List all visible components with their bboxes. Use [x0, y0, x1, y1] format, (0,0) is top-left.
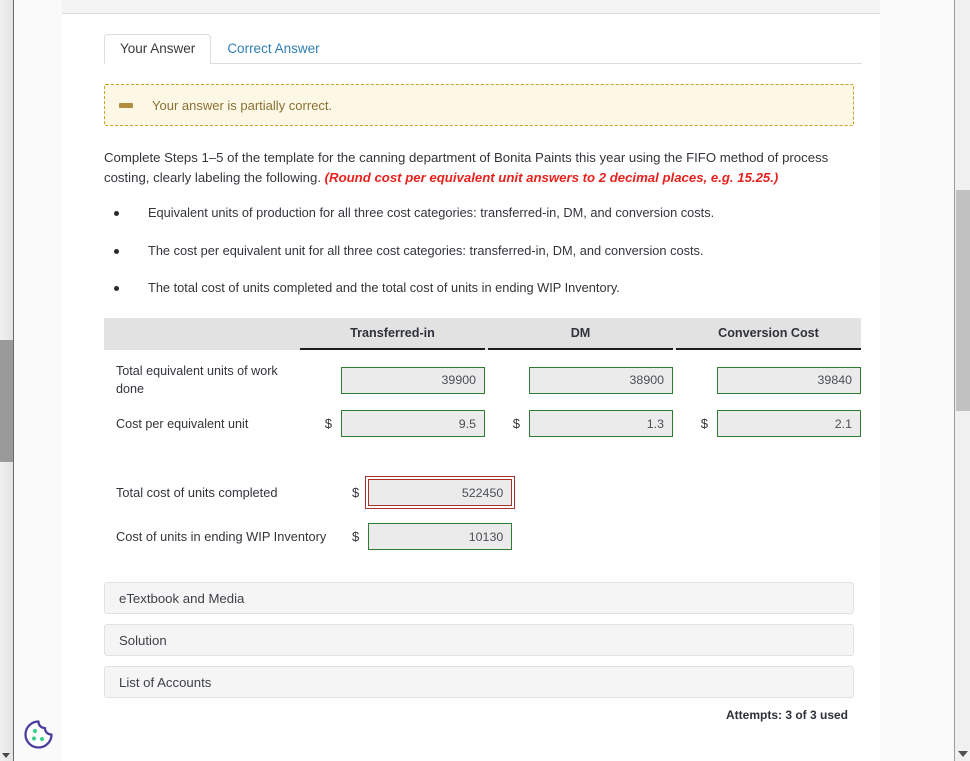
- column-header-transferred-in: Transferred-in: [300, 318, 485, 350]
- cookie-consent-button[interactable]: [20, 716, 57, 753]
- dollar-sign: $: [352, 485, 360, 501]
- column-header-dm: DM: [488, 318, 673, 350]
- input-equivalent-units-conversion[interactable]: [717, 366, 861, 394]
- total-row-ending-wip: Cost of units in ending WIP Inventory $: [104, 523, 862, 551]
- cell-cost-per-unit-dm: $: [488, 410, 673, 438]
- tab-correct-answer[interactable]: Correct Answer: [211, 34, 335, 65]
- input-equivalent-units-transferred-in[interactable]: [341, 366, 485, 394]
- status-alert: Your answer is partially correct.: [104, 84, 854, 126]
- dollar-sign: $: [512, 416, 520, 432]
- minus-dash-icon: [119, 102, 133, 108]
- instructions-paragraph: Complete Steps 1–5 of the template for t…: [104, 148, 842, 187]
- total-row-units-completed: Total cost of units completed $: [104, 476, 862, 510]
- accordion-group: eTextbook and Media Solution List of Acc…: [104, 582, 854, 699]
- accordion-label: eTextbook and Media: [119, 590, 245, 606]
- total-label-ending-wip: Cost of units in ending WIP Inventory: [116, 529, 327, 545]
- screen-root: Your Answer Correct Answer Your answer i…: [0, 0, 970, 761]
- row-label-equivalent-units: Total equivalent units of work done: [116, 363, 278, 397]
- content-card: Your Answer Correct Answer Your answer i…: [62, 0, 880, 761]
- requirements-list: Equivalent units of production for all t…: [104, 205, 862, 297]
- right-scrollbar-thumb[interactable]: [956, 190, 970, 411]
- dollar-sign: $: [700, 416, 708, 432]
- list-item-text: The cost per equivalent unit for all thr…: [148, 242, 704, 258]
- table-header-blank: [104, 318, 300, 350]
- cell-equivalent-units-transferred-in: [300, 366, 485, 394]
- dollar-sign: $: [352, 529, 360, 545]
- top-bar: [62, 0, 880, 14]
- input-equivalent-units-dm[interactable]: [529, 366, 673, 394]
- instructions-hint: (Round cost per equivalent unit answers …: [324, 169, 779, 185]
- totals-section: Total cost of units completed $ Cost of …: [104, 476, 862, 551]
- input-cost-per-unit-dm[interactable]: [529, 410, 673, 438]
- cell-equivalent-units-dm: [488, 366, 673, 394]
- accordion-label: List of Accounts: [119, 674, 212, 690]
- list-item: The cost per equivalent unit for all thr…: [104, 243, 862, 260]
- tab-your-answer-label: Your Answer: [120, 40, 196, 56]
- left-scrollbar[interactable]: [0, 0, 14, 761]
- list-item-text: Equivalent units of production for all t…: [148, 205, 715, 221]
- accordion-label: Solution: [119, 632, 167, 648]
- row-label-cost-per-unit: Cost per equivalent unit: [116, 416, 249, 431]
- left-scrollbar-thumb[interactable]: [0, 340, 13, 462]
- attempts-counter: Attempts: 3 of 3 used: [725, 708, 848, 723]
- input-total-cost-units-completed[interactable]: [365, 476, 516, 510]
- alert-message: Your answer is partially correct.: [152, 97, 333, 113]
- input-cost-per-unit-conversion[interactable]: [717, 410, 861, 438]
- cell-cost-per-unit-conversion: $: [676, 410, 861, 438]
- cell-equivalent-units-conversion: [676, 366, 861, 394]
- right-scrollbar[interactable]: [954, 0, 970, 761]
- page-scroll-down-arrow-icon[interactable]: [958, 751, 968, 757]
- scroll-down-arrow-icon[interactable]: [2, 753, 10, 758]
- cell-cost-per-unit-transferred-in: $: [300, 410, 485, 438]
- table-row: Cost per equivalent unit $ $ $: [104, 410, 861, 438]
- column-header-conversion-cost: Conversion Cost: [676, 318, 861, 350]
- dollar-sign: $: [324, 416, 332, 432]
- answer-table: Transferred-in DM Conversion Cost Total …: [104, 317, 861, 438]
- input-cost-ending-wip-inventory[interactable]: [368, 523, 513, 551]
- tab-strip: Your Answer Correct Answer: [104, 32, 862, 64]
- accordion-solution[interactable]: Solution: [104, 624, 854, 657]
- input-cost-per-unit-transferred-in[interactable]: [341, 410, 485, 438]
- list-item: The total cost of units completed and th…: [104, 280, 862, 297]
- list-item-text: The total cost of units completed and th…: [148, 280, 620, 296]
- table-row: Total equivalent units of work done: [104, 362, 861, 399]
- cookie-consent-icon: [24, 720, 53, 749]
- accordion-etextbook-and-media[interactable]: eTextbook and Media: [104, 582, 854, 615]
- accordion-list-of-accounts[interactable]: List of Accounts: [104, 666, 854, 699]
- tab-correct-answer-label: Correct Answer: [227, 40, 320, 56]
- list-item: Equivalent units of production for all t…: [104, 205, 862, 222]
- table-header-row: Transferred-in DM Conversion Cost: [104, 317, 861, 350]
- tab-your-answer[interactable]: Your Answer: [104, 33, 212, 64]
- total-label-units-completed: Total cost of units completed: [116, 485, 278, 501]
- content-inner: Your Answer Correct Answer Your answer i…: [62, 32, 880, 722]
